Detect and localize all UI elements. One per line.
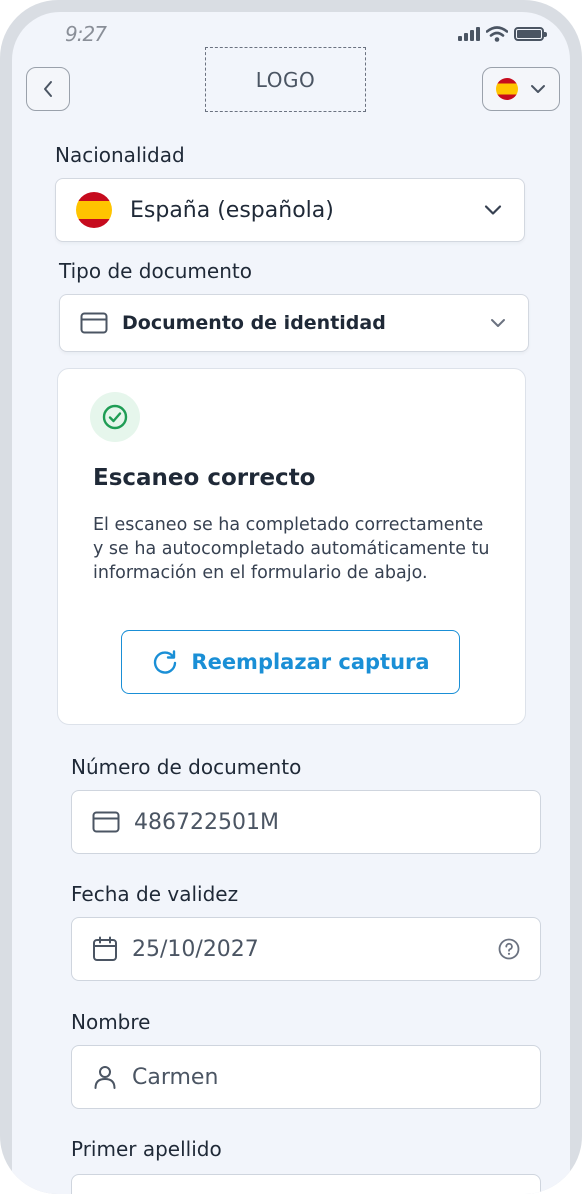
language-selector[interactable] [482, 67, 560, 111]
wifi-icon [486, 26, 508, 42]
battery-icon [514, 27, 547, 41]
nationality-value: España (española) [130, 197, 334, 223]
document-number-field[interactable] [71, 790, 541, 854]
back-button[interactable] [26, 67, 70, 111]
spain-flag-icon [76, 192, 112, 228]
first-surname-field[interactable] [71, 1174, 541, 1194]
document-number-input[interactable] [134, 809, 464, 835]
chevron-down-icon [531, 85, 545, 93]
spain-flag-icon [496, 78, 518, 100]
document-type-select[interactable]: Documento de identidad [59, 294, 529, 352]
chevron-down-icon [491, 319, 505, 327]
document-number-label: Número de documento [71, 755, 302, 779]
expiry-date-field[interactable] [71, 917, 541, 981]
first-name-field[interactable] [71, 1045, 541, 1109]
check-circle-icon [90, 392, 140, 442]
scan-result-description: El escaneo se ha completado correctament… [93, 515, 490, 583]
replace-capture-label: Reemplazar captura [191, 650, 430, 674]
first-name-input[interactable] [132, 1064, 462, 1090]
first-name-label: Nombre [71, 1010, 151, 1034]
screen: 9:27 LOGO Nacionalidad España (española)… [12, 12, 570, 1194]
logo-placeholder: LOGO [205, 47, 366, 112]
user-icon [92, 1064, 118, 1090]
replace-capture-button[interactable]: Reemplazar captura [121, 630, 460, 694]
document-type-label: Tipo de documento [59, 259, 252, 283]
first-surname-label: Primer apellido [71, 1137, 222, 1161]
nationality-label: Nacionalidad [55, 143, 185, 167]
refresh-icon [154, 650, 177, 674]
status-icons [458, 26, 547, 42]
chevron-down-icon [484, 205, 502, 215]
expiry-date-label: Fecha de validez [71, 882, 239, 906]
calendar-icon [92, 936, 118, 962]
id-card-icon [80, 312, 108, 334]
nationality-select[interactable]: España (española) [55, 178, 525, 242]
question-circle-icon[interactable] [498, 938, 520, 960]
expiry-date-input[interactable] [132, 936, 462, 962]
status-time: 9:27 [65, 22, 107, 46]
id-card-icon [92, 811, 120, 833]
phone-frame: 9:27 LOGO Nacionalidad España (española)… [0, 0, 582, 1194]
document-type-value: Documento de identidad [122, 312, 386, 334]
chevron-left-icon [44, 81, 52, 97]
logo-text: LOGO [255, 67, 316, 92]
scan-result-card: Escaneo correcto El escaneo se ha comple… [57, 368, 526, 725]
scan-result-title: Escaneo correcto [93, 465, 316, 491]
signal-icon [458, 27, 480, 41]
